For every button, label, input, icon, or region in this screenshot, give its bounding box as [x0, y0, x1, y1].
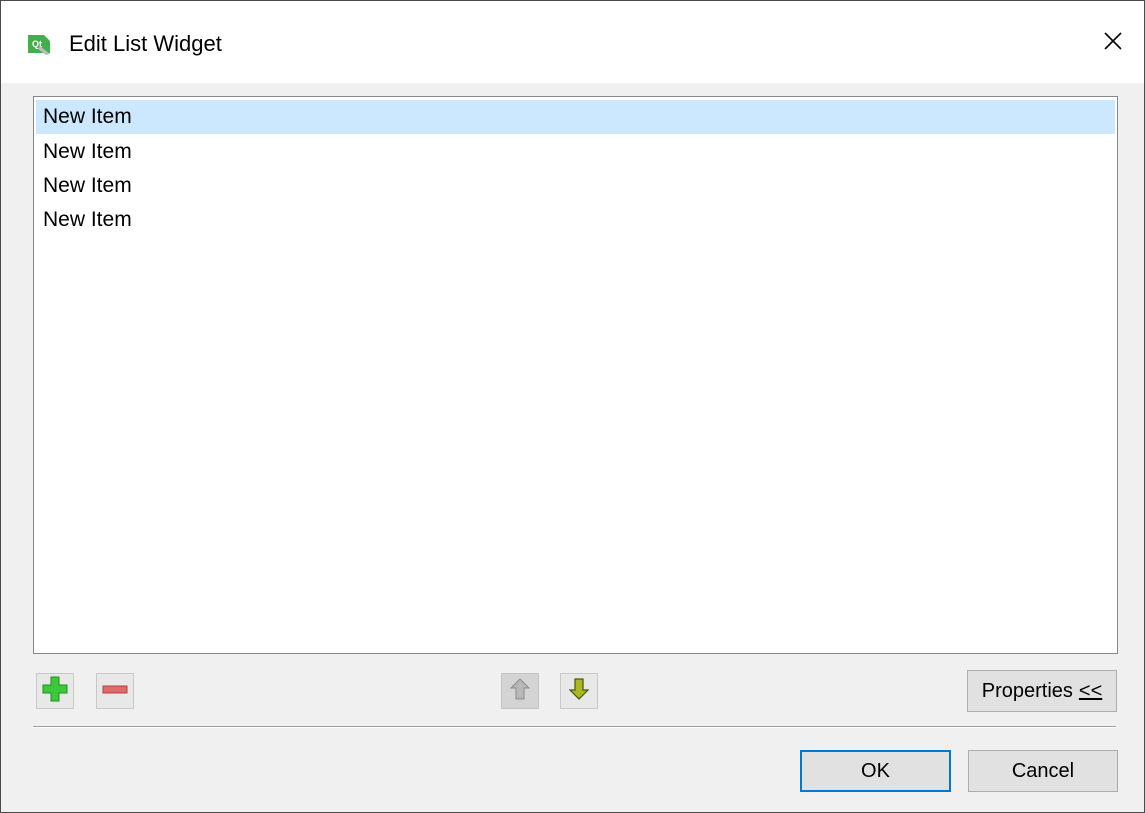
list-item[interactable]: New Item	[36, 100, 1115, 134]
window-title: Edit List Widget	[69, 31, 222, 56]
properties-label: Properties	[981, 679, 1073, 702]
list-item[interactable]: New Item	[36, 203, 1115, 237]
item-list[interactable]: New Item New Item New Item New Item	[33, 96, 1118, 654]
close-button[interactable]	[1093, 25, 1133, 61]
close-icon	[1103, 31, 1123, 56]
edit-list-widget-dialog: Qt Edit List Widget New Item New Item Ne…	[0, 0, 1145, 813]
separator-line	[33, 726, 1116, 728]
list-item[interactable]: New Item	[36, 135, 1115, 169]
properties-toggle-indicator: <<	[1078, 679, 1103, 702]
move-down-button[interactable]	[560, 673, 598, 709]
add-item-button[interactable]	[36, 673, 74, 709]
remove-item-button[interactable]	[96, 673, 134, 709]
properties-button[interactable]: Properties <<	[967, 670, 1117, 712]
cancel-button[interactable]: Cancel	[968, 750, 1118, 792]
minus-icon	[102, 682, 128, 700]
qt-designer-icon: Qt	[26, 32, 52, 56]
ok-button[interactable]: OK	[800, 750, 951, 792]
arrow-up-icon	[509, 677, 531, 705]
title-bar: Qt Edit List Widget	[1, 1, 1144, 83]
arrow-down-icon	[568, 677, 590, 705]
plus-icon	[42, 676, 68, 707]
move-up-button[interactable]	[501, 673, 539, 709]
list-item[interactable]: New Item	[36, 169, 1115, 203]
